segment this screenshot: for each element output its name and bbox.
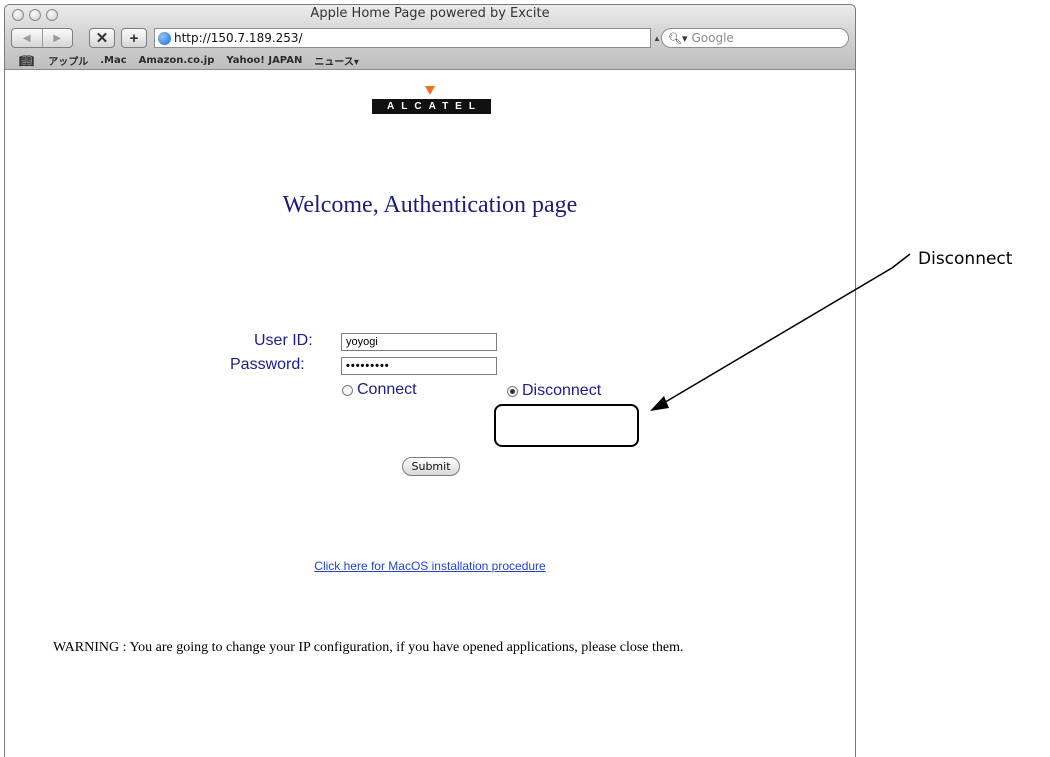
annotation-label: Disconnect [918, 249, 1013, 269]
annotation-arrow-icon [650, 253, 911, 411]
